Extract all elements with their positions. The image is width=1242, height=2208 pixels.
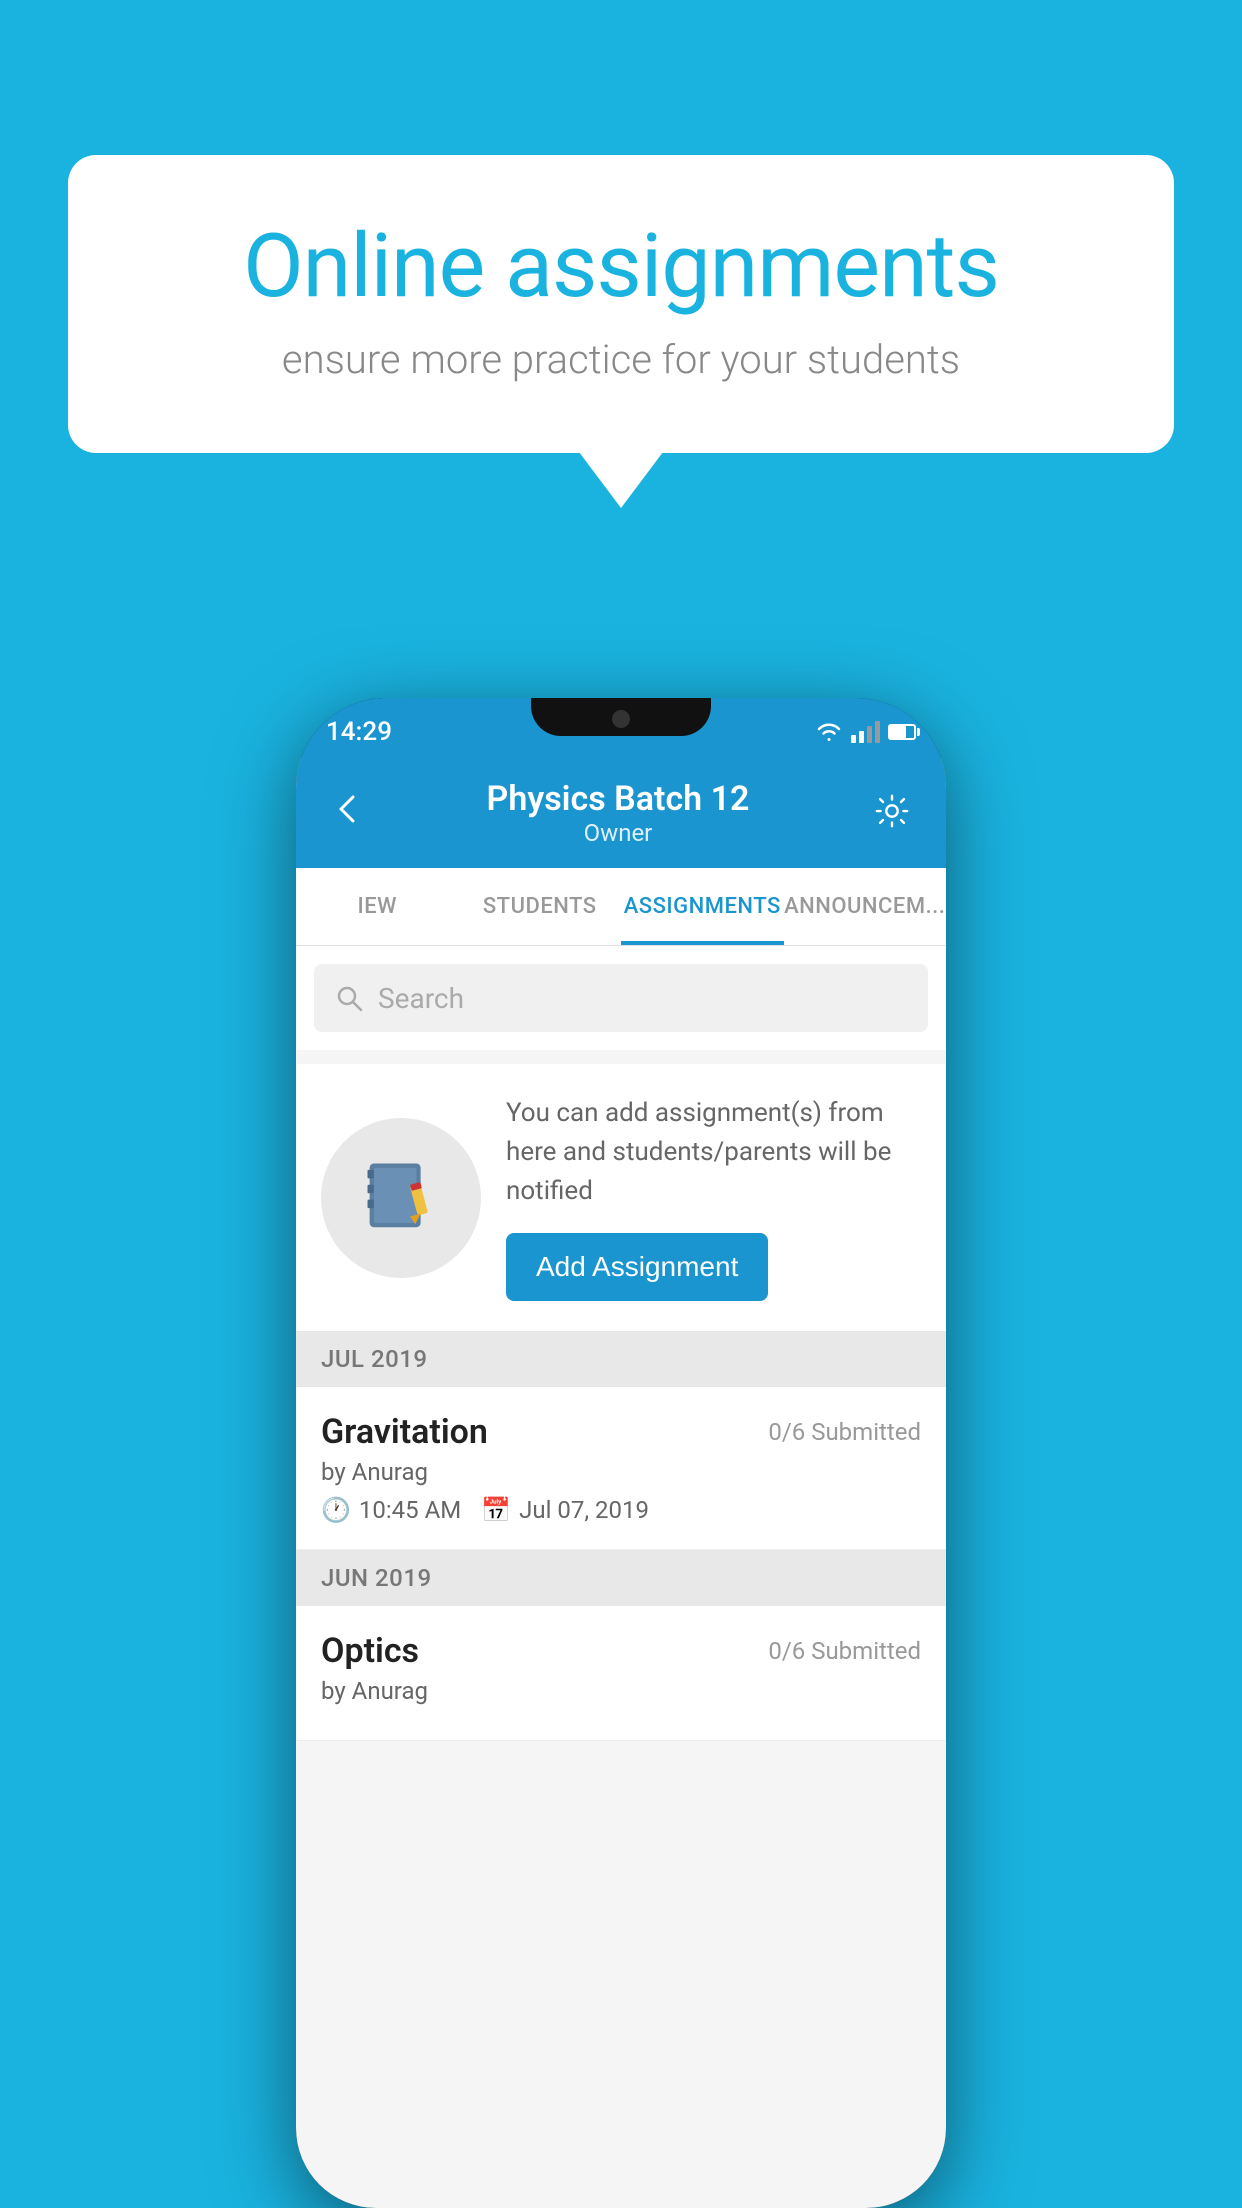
status-icons [815, 721, 916, 743]
tab-assignments[interactable]: ASSIGNMENTS [621, 868, 784, 945]
clock-icon: 🕐 [321, 1496, 351, 1524]
search-icon [334, 983, 364, 1013]
assignment-name-optics: Optics [321, 1631, 419, 1671]
assignment-date-gravitation: Jul 07, 2019 [519, 1496, 649, 1524]
header-center: Physics Batch 12 Owner [373, 779, 863, 847]
battery-icon [888, 724, 916, 740]
notch [531, 698, 711, 736]
signal-icon [851, 721, 880, 743]
notebook-icon [359, 1155, 444, 1240]
bubble-subtitle: ensure more practice for your students [148, 336, 1094, 383]
assignment-time-gravitation: 10:45 AM [359, 1496, 461, 1524]
search-bar[interactable]: Search [314, 964, 928, 1032]
date-block-gravitation: 📅 Jul 07, 2019 [481, 1496, 649, 1524]
search-bar-container: Search [296, 946, 946, 1050]
promo-description: You can add assignment(s) from here and … [506, 1094, 921, 1211]
header-subtitle: Owner [373, 819, 863, 847]
assignment-optics[interactable]: Optics 0/6 Submitted by Anurag [296, 1606, 946, 1741]
promo-icon-circle [321, 1118, 481, 1278]
speech-bubble-container: Online assignments ensure more practice … [68, 155, 1174, 453]
settings-button[interactable] [863, 782, 921, 844]
month-header-jun: JUN 2019 [296, 1550, 946, 1606]
camera-dot [612, 710, 630, 728]
assignment-meta-gravitation: 🕐 10:45 AM 📅 Jul 07, 2019 [321, 1496, 921, 1524]
search-placeholder: Search [378, 982, 464, 1015]
speech-bubble: Online assignments ensure more practice … [68, 155, 1174, 453]
tab-iew[interactable]: IEW [296, 868, 459, 945]
app-header: Physics Batch 12 Owner [296, 758, 946, 868]
assignment-by-optics: by Anurag [321, 1677, 921, 1705]
status-time: 14:29 [326, 717, 392, 747]
tab-announcements[interactable]: ANNOUNCEM... [784, 868, 947, 945]
back-button[interactable] [321, 782, 373, 844]
phone-frame: 14:29 [296, 698, 946, 2208]
month-header-jul: JUL 2019 [296, 1331, 946, 1387]
wifi-icon [815, 721, 843, 743]
header-title: Physics Batch 12 [373, 779, 863, 819]
assignment-submitted-gravitation: 0/6 Submitted [768, 1418, 921, 1446]
assignment-submitted-optics: 0/6 Submitted [768, 1637, 921, 1665]
tabs-bar: IEW STUDENTS ASSIGNMENTS ANNOUNCEM... [296, 868, 946, 946]
time-block-gravitation: 🕐 10:45 AM [321, 1496, 461, 1524]
promo-section: You can add assignment(s) from here and … [296, 1064, 946, 1331]
bubble-title: Online assignments [148, 215, 1094, 318]
calendar-icon: 📅 [481, 1496, 511, 1524]
add-assignment-button[interactable]: Add Assignment [506, 1233, 768, 1301]
assignment-by-gravitation: by Anurag [321, 1458, 921, 1486]
app-screen: Physics Batch 12 Owner IEW STUDENTS ASSI… [296, 758, 946, 2208]
tab-students[interactable]: STUDENTS [459, 868, 622, 945]
assignment-gravitation[interactable]: Gravitation 0/6 Submitted by Anurag 🕐 10… [296, 1387, 946, 1550]
promo-content: You can add assignment(s) from here and … [506, 1094, 921, 1301]
assignment-name-gravitation: Gravitation [321, 1412, 488, 1452]
